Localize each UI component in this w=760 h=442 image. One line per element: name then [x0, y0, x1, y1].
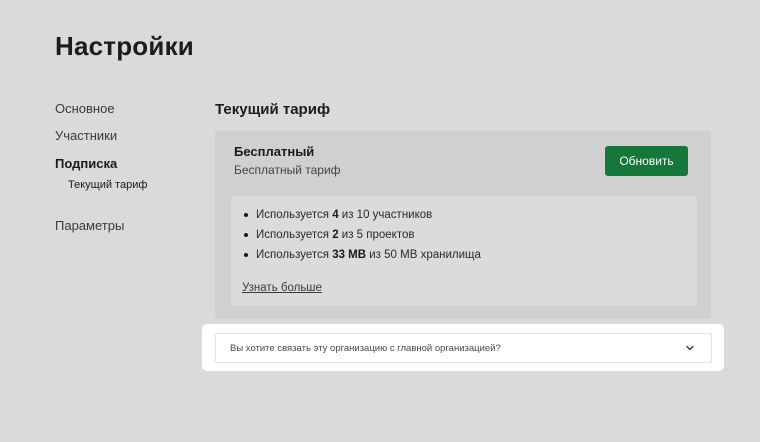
link-organization-panel: Вы хотите связать эту организацию с глав…: [202, 324, 724, 371]
usage-item-projects: Используется 2 из 5 проектов: [243, 228, 481, 248]
plan-card: Бесплатный Бесплатный тариф Обновить Исп…: [215, 131, 711, 319]
usage-box: Используется 4 из 10 участников Использу…: [231, 196, 697, 306]
page-title: Настройки: [55, 31, 194, 61]
usage-item-storage: Используется 33 MB из 50 MB хранилища: [243, 248, 481, 268]
learn-more-link[interactable]: Узнать больше: [242, 282, 322, 294]
sidebar-item-general[interactable]: Основное: [55, 101, 115, 116]
usage-list: Используется 4 из 10 участников Использу…: [243, 208, 481, 268]
sidebar-item-parameters[interactable]: Параметры: [55, 218, 124, 233]
upgrade-button[interactable]: Обновить: [605, 146, 688, 176]
link-organization-dropdown[interactable]: Вы хотите связать эту организацию с глав…: [215, 333, 712, 363]
plan-name: Бесплатный: [234, 144, 315, 159]
chevron-down-icon: [686, 345, 694, 351]
link-organization-question: Вы хотите связать эту организацию с глав…: [230, 343, 501, 354]
sidebar-item-members[interactable]: Участники: [55, 128, 117, 143]
section-title: Текущий тариф: [215, 101, 331, 118]
usage-item-members: Используется 4 из 10 участников: [243, 208, 481, 228]
sidebar-item-subscription[interactable]: Подписка: [55, 156, 117, 171]
sidebar-subitem-current-plan[interactable]: Текущий тариф: [68, 179, 147, 191]
plan-description: Бесплатный тариф: [234, 163, 341, 177]
